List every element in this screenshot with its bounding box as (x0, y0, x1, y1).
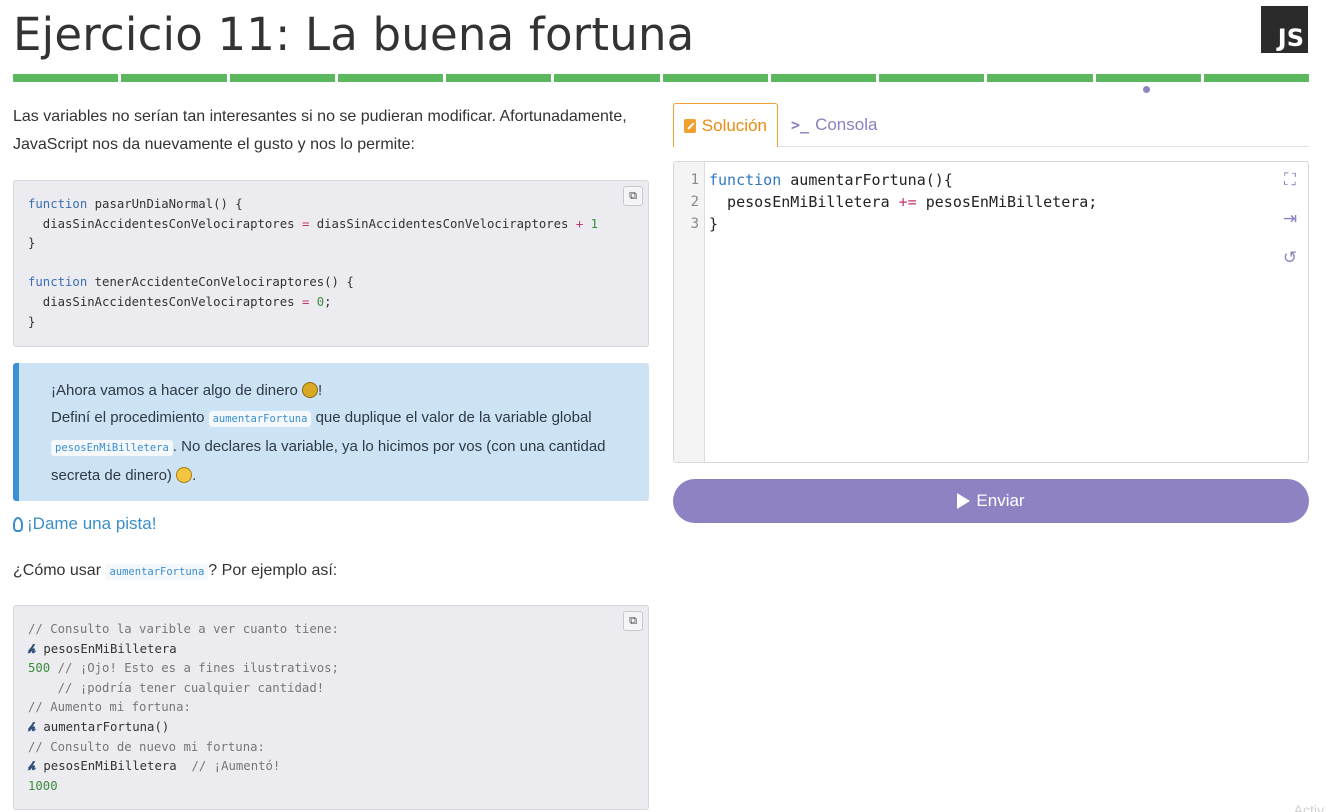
code-text: } (709, 215, 719, 233)
submit-label: Enviar (976, 491, 1025, 510)
inline-code-procedure: aumentarFortuna (105, 564, 209, 580)
line-number: 1 (690, 172, 699, 188)
code-text: diasSinAccidentesConVelociraptores (28, 216, 302, 231)
copy-icon[interactable]: ⧉ (623, 186, 643, 206)
console-prompt-icon: 𝓱 (28, 641, 36, 656)
tab-console[interactable]: >_ Consola (781, 103, 887, 146)
terminal-icon: >_ (791, 115, 810, 134)
inline-code-procedure: aumentarFortuna (208, 411, 312, 427)
tab-label: Consola (815, 114, 878, 134)
editor-panel: Solución >_ Consola 1 2 3 function aumen… (673, 103, 1309, 523)
line-number: 2 (690, 194, 699, 210)
page-title: Ejercicio 11: La buena fortuna (13, 8, 695, 61)
code-keyword: function (28, 197, 88, 211)
example-code-block: ⧉ function pasarUnDiaNormal() { diasSinA… (13, 180, 649, 347)
copy-icon[interactable]: ⧉ (623, 611, 643, 631)
code-text: } (28, 314, 36, 329)
progress-segment[interactable] (554, 74, 660, 82)
console-example-block: ⧉ // Consulto la varible a ver cuanto ti… (13, 605, 649, 810)
language-badge: JS (1261, 6, 1308, 53)
task-text: ! (317, 382, 323, 399)
progress-segment[interactable] (13, 74, 119, 82)
usage-intro: ¿Cómo usar aumentarFortuna? Por ejemplo … (13, 562, 337, 580)
code-keyword: function (28, 275, 88, 290)
play-icon (957, 493, 971, 509)
code-comment: // ¡Aumentó! (176, 759, 281, 774)
code-text: aumentarFortuna() (43, 719, 170, 734)
code-comment: // ¡Ojo! Esto es a fines ilustrativos; (50, 661, 339, 676)
task-text: que duplique el valor de la variable glo… (311, 409, 592, 426)
console-result: 1000 (28, 778, 58, 793)
code-text: ; (324, 294, 332, 309)
code-text: aumentarFortuna(){ (781, 171, 953, 189)
code-operator: += (898, 193, 917, 211)
lightbulb-icon (13, 516, 23, 532)
code-text: pesosEnMiBilletera (43, 641, 177, 656)
code-keyword: function (709, 171, 782, 189)
task-text: . (192, 467, 197, 484)
progress-segment[interactable] (446, 74, 552, 82)
tab-solution[interactable]: Solución (673, 103, 778, 147)
progress-segment[interactable] (879, 74, 985, 82)
submit-button[interactable]: Enviar (673, 479, 1309, 523)
smile-icon (176, 467, 193, 483)
hint-link[interactable]: ¡Dame una pista! (13, 514, 156, 534)
code-text: diasSinAccidentesConVelociraptores (309, 216, 576, 231)
progress-segment[interactable] (229, 74, 335, 82)
progress-segment[interactable] (662, 74, 768, 82)
task-callout: ¡Ahora vamos a hacer algo de dinero ! De… (13, 363, 649, 501)
tab-label: Solución (701, 115, 767, 135)
line-number: 3 (690, 216, 699, 232)
hint-label: ¡Dame una pista! (27, 514, 157, 533)
code-editor[interactable]: 1 2 3 function aumentarFortuna(){ pesosE… (673, 161, 1309, 463)
task-line-1: ¡Ahora vamos a hacer algo de dinero ! (51, 377, 625, 404)
progress-segment[interactable] (770, 74, 876, 82)
progress-segment[interactable] (1203, 74, 1309, 82)
task-paragraph: Definí el procedimiento aumentarFortuna … (51, 404, 625, 489)
exercise-description: Las variables no serían tan interesantes… (13, 103, 649, 810)
code-number: 0 (309, 294, 325, 309)
console-result: 500 (28, 661, 51, 676)
progress-segment[interactable] (337, 74, 443, 82)
task-text: ¡Ahora vamos a hacer algo de dinero (51, 382, 302, 399)
progress-segment[interactable] (987, 74, 1093, 82)
line-number-gutter: 1 2 3 (674, 162, 705, 462)
money-bag-icon (301, 382, 318, 398)
code-comment: // Consulto de nuevo mi fortuna: (28, 739, 265, 754)
code-input[interactable]: function aumentarFortuna(){ pesosEnMiBil… (705, 162, 1308, 462)
code-text: diasSinAccidentesConVelociraptores (28, 294, 302, 309)
activation-watermark: Activ (1293, 802, 1324, 812)
code-text: pasarUnDiaNormal() { (87, 197, 243, 211)
console-prompt-icon: 𝓱 (28, 719, 36, 734)
intro-text: Las variables no serían tan interesantes… (13, 108, 627, 153)
edit-icon (684, 118, 696, 133)
fullscreen-icon[interactable]: ⛶ (1281, 170, 1299, 189)
progress-segment-current[interactable] (1095, 74, 1201, 82)
code-number: 1 (583, 216, 599, 231)
console-prompt-icon: 𝓱 (28, 759, 36, 774)
code-text: pesosEnMiBilletera; (916, 193, 1098, 211)
code-text: tenerAccidenteConVelociraptores() { (87, 275, 354, 290)
progress-bar (13, 74, 1309, 82)
progress-segment[interactable] (121, 74, 227, 82)
code-comment: // Consulto la varible a ver cuanto tien… (28, 622, 339, 636)
inline-code-variable: pesosEnMiBilletera (51, 440, 173, 456)
editor-tabs: Solución >_ Consola (673, 103, 1309, 147)
task-text: Definí el procedimiento (51, 409, 209, 426)
reset-icon[interactable]: ↺ (1281, 248, 1299, 267)
code-comment: // ¡podría tener cualquier cantidad! (28, 680, 325, 695)
code-text: pesosEnMiBilletera (43, 759, 177, 774)
code-text: } (28, 236, 36, 251)
usage-text: ¿Cómo usar (13, 562, 106, 579)
code-text: pesosEnMiBilletera (709, 193, 899, 211)
editor-toolbar: ⛶ ⇥ ↺ (1281, 170, 1299, 267)
usage-text: ? Por ejemplo así: (208, 562, 338, 579)
code-comment: // Aumento mi fortuna: (28, 700, 191, 715)
current-exercise-indicator (1143, 86, 1150, 93)
indent-icon[interactable]: ⇥ (1281, 209, 1299, 228)
